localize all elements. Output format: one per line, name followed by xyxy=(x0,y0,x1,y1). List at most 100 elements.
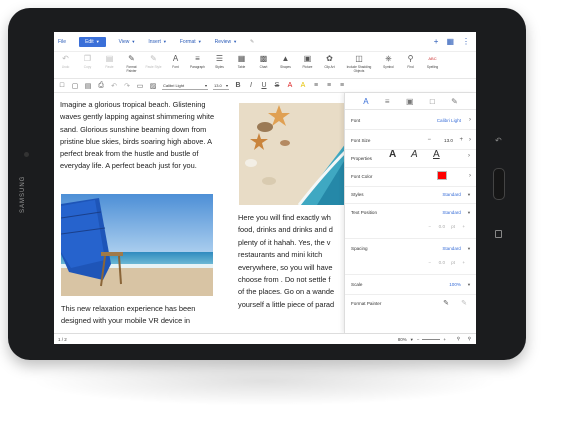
chevron-down-icon: ▼ xyxy=(233,39,238,44)
page-setup-icon[interactable]: ▭ xyxy=(136,82,144,90)
text-position-row[interactable]: Text Position Standard ▼ xyxy=(351,207,471,217)
spacing-amount[interactable]: − 0.0 pt + xyxy=(351,257,471,267)
zoom-level[interactable]: 80% xyxy=(398,337,407,342)
align-right-icon[interactable]: ≡ xyxy=(338,82,346,89)
menu-format[interactable]: Format ▼ xyxy=(180,39,202,45)
redo-icon[interactable]: ↷ xyxy=(123,82,131,90)
decrease-icon[interactable]: − xyxy=(428,224,431,229)
chevron-right-icon: › xyxy=(469,173,471,179)
paragraph-relaxation[interactable]: This new relaxation experience has been … xyxy=(61,303,226,328)
add-icon[interactable]: + xyxy=(434,37,439,46)
divider xyxy=(345,167,476,168)
text-line: food, drinks and drinks and d xyxy=(238,225,333,235)
zoom-slider[interactable] xyxy=(422,338,441,340)
undo-icon[interactable]: ↶ xyxy=(110,82,118,90)
include-objects-button[interactable]: ◫ Include Shadding Objects xyxy=(342,54,376,73)
paragraph-intro[interactable]: Imagine a glorious tropical beach. Glist… xyxy=(60,99,225,173)
menu-file[interactable]: File xyxy=(58,39,66,45)
menu-edit[interactable]: Edit ▼ xyxy=(79,36,106,47)
paragraph-align-icon[interactable]: ≡ xyxy=(385,97,390,106)
pencil-icon[interactable]: ✎ xyxy=(451,97,458,106)
spacing-row[interactable]: Spacing Standard ▼ xyxy=(351,243,471,253)
chart-button[interactable]: ▩ Chart xyxy=(254,54,273,69)
font-size-value: 13.0 xyxy=(444,137,453,143)
menu-view[interactable]: View ▼ xyxy=(119,39,136,45)
increase-icon[interactable]: + xyxy=(462,260,465,265)
clip-art-button[interactable]: ✿ Clip Art xyxy=(320,54,339,69)
decrease-icon[interactable]: − xyxy=(428,260,431,265)
open-folder-icon[interactable]: ▢ xyxy=(71,82,79,90)
page-icon[interactable]: □ xyxy=(430,97,435,106)
decrease-icon[interactable]: − xyxy=(427,137,431,143)
zoom-out-icon[interactable]: − xyxy=(417,337,420,342)
chevron-right-icon: › xyxy=(468,153,470,159)
paste-button[interactable]: ▤ Paste xyxy=(100,54,119,69)
paste-style-icon[interactable]: ✎ xyxy=(461,299,467,307)
shapes-button[interactable]: ▲ Shapes xyxy=(276,54,295,69)
format-painter-row[interactable]: Format Painter ✎ ✎ xyxy=(351,298,471,308)
scale-row[interactable]: Scale 100% ▼ xyxy=(351,279,471,289)
customize-icon[interactable]: ✎ xyxy=(250,39,254,45)
styles-row[interactable]: Styles Standard ▼ xyxy=(351,189,471,199)
menu-review[interactable]: Review ▼ xyxy=(215,39,237,45)
paste-style-icon: ✎ xyxy=(150,54,157,63)
bold-icon[interactable]: A xyxy=(389,149,396,160)
italic-icon[interactable]: I xyxy=(247,82,255,89)
menu-insert[interactable]: Insert ▼ xyxy=(148,39,166,45)
increase-icon[interactable]: + xyxy=(462,224,465,229)
format-painter-icon[interactable]: ✎ xyxy=(443,299,449,307)
strikethrough-icon[interactable]: S xyxy=(273,82,281,89)
layout-icon[interactable]: ▣ xyxy=(406,97,414,106)
recent-apps-icon[interactable] xyxy=(495,230,502,238)
new-doc-icon[interactable]: □ xyxy=(58,82,66,89)
copy-button[interactable]: ❐ Copy xyxy=(78,54,97,69)
italic-icon[interactable]: A xyxy=(411,149,418,160)
font-name-select[interactable]: Calibri Light ▾ xyxy=(162,81,208,90)
picture-button[interactable]: ▣ Picture xyxy=(298,54,317,69)
paragraph-here-you-will-find[interactable]: Here you will find exactly wh food, drin… xyxy=(238,212,348,311)
chart-icon: ▩ xyxy=(259,54,268,63)
document-page[interactable]: Imagine a glorious tropical beach. Glist… xyxy=(54,93,346,333)
underline-icon[interactable]: A xyxy=(433,149,440,160)
font-color-row[interactable]: Font Color › xyxy=(351,171,471,181)
spelling-button[interactable]: ABC Spelling xyxy=(423,54,442,69)
highlight-icon[interactable]: A xyxy=(299,82,307,89)
font-button[interactable]: A Font xyxy=(166,54,185,69)
paragraph-button[interactable]: ≡ Paragraph xyxy=(188,54,207,69)
more-icon[interactable]: ⋮ xyxy=(462,37,470,46)
ribbon-toolbar: ↶ Undo ❐ Copy ▤ Paste ✎ Format Painter ✎ Past… xyxy=(54,52,476,79)
table-button[interactable]: ▦ Table xyxy=(232,54,251,69)
align-left-icon[interactable]: ≡ xyxy=(312,82,320,89)
undo-button[interactable]: ↶ Undo xyxy=(56,54,75,69)
underline-icon[interactable]: U xyxy=(260,82,268,89)
format-painter-button[interactable]: ✎ Format Painter xyxy=(122,54,141,73)
home-button[interactable] xyxy=(493,168,505,200)
chevron-down-icon: ▾ xyxy=(225,82,228,88)
text-icon[interactable]: A xyxy=(363,97,368,106)
font-size-select[interactable]: 13.0 ▾ xyxy=(213,81,229,90)
save-icon[interactable]: ▦ xyxy=(446,37,454,46)
page-indicator: 1 / 2 xyxy=(58,336,67,342)
font-row[interactable]: Font Calibri Light › xyxy=(351,115,471,125)
paste-style-button[interactable]: ✎ Paste Style xyxy=(144,54,163,69)
increase-icon[interactable]: + xyxy=(459,137,463,143)
font-color-swatch[interactable] xyxy=(437,171,447,180)
picture-icon: ▣ xyxy=(303,54,312,63)
beach-chair-image[interactable] xyxy=(61,194,213,296)
align-center-icon[interactable]: ≡ xyxy=(325,82,333,89)
font-size-row[interactable]: Font Size 13.0 − + › xyxy=(351,135,471,145)
find-button[interactable]: ⚲ Find xyxy=(401,54,420,69)
back-key-icon[interactable]: ↶ xyxy=(495,136,502,145)
font-color-icon[interactable]: A xyxy=(286,82,294,89)
styles-button[interactable]: ☰ Styles xyxy=(210,54,229,69)
zoom-in-icon[interactable]: + xyxy=(443,337,446,342)
zoom-fit-icon[interactable]: ⚲ xyxy=(468,336,471,342)
bold-icon[interactable]: B xyxy=(234,82,242,89)
print-icon[interactable]: ⎙ xyxy=(97,82,105,90)
symbol-button[interactable]: ⎈ Symbol xyxy=(379,54,398,69)
starfish-shells-image[interactable] xyxy=(239,103,346,205)
text-position-amount[interactable]: − 0.0 pt + xyxy=(351,221,471,231)
save-icon[interactable]: ▤ xyxy=(84,82,92,90)
search-icon[interactable]: ⚲ xyxy=(457,336,460,342)
view-icon[interactable]: ▨ xyxy=(149,82,157,90)
